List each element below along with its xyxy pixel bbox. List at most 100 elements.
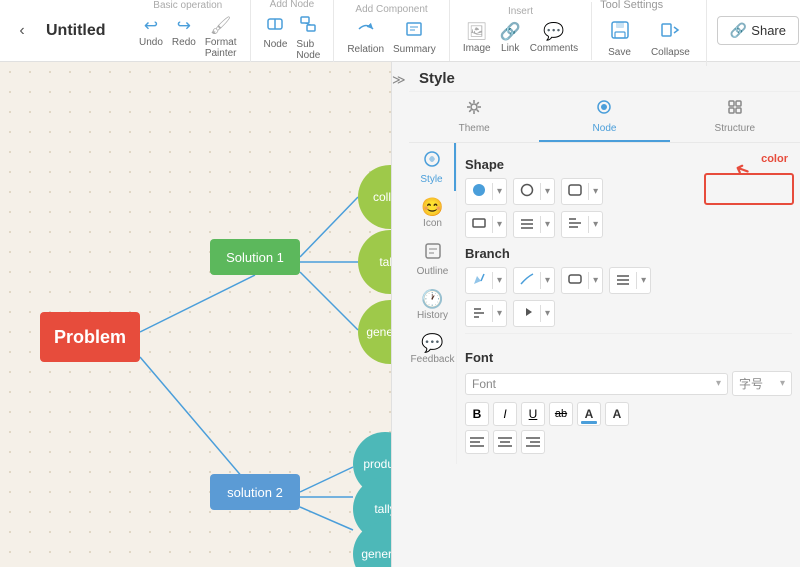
hex-dropdown-arrow[interactable]: ▾	[588, 183, 602, 200]
style-tabs: Theme Node Structure	[409, 92, 800, 143]
back-button[interactable]: ‹	[8, 17, 36, 45]
sidebar-collapse-panel[interactable]: ≫	[391, 62, 409, 567]
branch-line-button[interactable]: ▾	[513, 267, 555, 294]
align-center-button[interactable]	[493, 430, 517, 454]
highlight-button[interactable]: A	[605, 402, 629, 426]
redo-label: Redo	[172, 37, 196, 48]
underline-button[interactable]: U	[521, 402, 545, 426]
collapse-icon	[659, 19, 681, 47]
node-tab[interactable]: Node	[539, 92, 669, 142]
shape-section: Shape color shape ➜ ➜	[465, 157, 792, 238]
branch-line-arrow[interactable]: ▾	[540, 272, 554, 289]
generate1-node[interactable]: generate	[358, 300, 391, 364]
font-family-arrow: ▾	[716, 378, 721, 389]
icon-nav-item[interactable]: 😊 Icon	[409, 191, 456, 235]
font-color-button[interactable]: A	[577, 402, 601, 426]
comments-label: Comments	[530, 43, 578, 54]
share-button[interactable]: 🔗 Share	[717, 16, 799, 45]
sub-node-button[interactable]: Sub Node	[293, 13, 323, 63]
outline-nav-item[interactable]: Outline	[409, 235, 456, 283]
branch-rect-button[interactable]: ▾	[561, 267, 603, 294]
lines1-button[interactable]: ▾	[513, 211, 555, 238]
undo-button[interactable]: ↩ Undo	[136, 14, 166, 61]
tally1-node[interactable]: tally	[358, 230, 391, 294]
redo-button[interactable]: ↪ Redo	[169, 14, 199, 61]
sub-node-label-text: Sub Node	[296, 39, 320, 61]
save-label: Save	[608, 47, 631, 58]
redo-icon: ↪	[177, 16, 191, 36]
branch-arrow-arrow[interactable]: ▾	[540, 305, 554, 322]
comments-button[interactable]: 💬 Comments	[527, 20, 581, 56]
basic-operation-group: Basic operation ↩ Undo ↪ Redo 🖌 Format P…	[126, 0, 251, 65]
generate2-node[interactable]: generate	[353, 522, 391, 567]
save-button[interactable]: Save	[600, 15, 639, 62]
branch-pen-arrow[interactable]: ▾	[492, 272, 506, 289]
add-node-group: Add Node Node Sub Node	[251, 0, 335, 67]
branch-list2-arrow[interactable]: ▾	[492, 305, 506, 322]
fill-dropdown-arrow[interactable]: ▾	[492, 183, 506, 200]
lines2-button[interactable]: ▾	[561, 211, 603, 238]
collapse-label: Collapse	[651, 47, 690, 58]
format-painter-button[interactable]: 🖌 Format Painter	[202, 14, 240, 61]
sidebar: Style Theme Node Structure	[409, 62, 800, 567]
collect-node[interactable]: collect	[358, 165, 391, 229]
color-annotation: color	[761, 153, 788, 165]
image-button[interactable]: 🖼 Image	[460, 20, 494, 56]
branch-list-arrow[interactable]: ▾	[636, 272, 650, 289]
font-select-row: Font ▾ 字号 ▾	[465, 371, 792, 396]
outline-shape-button[interactable]: ▾	[513, 178, 555, 205]
font-family-select[interactable]: Font ▾	[465, 373, 728, 395]
align-right-button[interactable]	[521, 430, 545, 454]
style-nav-item[interactable]: Style	[409, 143, 456, 191]
rect-button[interactable]: ▾	[465, 211, 507, 238]
lines2-dropdown-arrow[interactable]: ▾	[588, 216, 602, 233]
fill-shape-button[interactable]: ▾	[465, 178, 507, 205]
sidebar-nav-left: Style 😊 Icon Outline 🕐 History	[409, 143, 457, 464]
node-button[interactable]: Node	[261, 13, 291, 63]
branch-arrow-button[interactable]: ▾	[513, 300, 555, 327]
collapse-sidebar-icon[interactable]: ≫	[392, 72, 406, 88]
history-nav-item[interactable]: 🕐 History	[409, 283, 456, 327]
summary-icon	[405, 20, 423, 43]
save-icon	[609, 19, 631, 47]
outline-dropdown-arrow[interactable]: ▾	[540, 183, 554, 200]
insert-label: Insert	[508, 6, 533, 17]
style-content: Shape color shape ➜ ➜	[457, 143, 800, 464]
strikethrough-button[interactable]: ab	[549, 402, 573, 426]
link-label: Link	[501, 43, 519, 54]
branch-pen-button[interactable]: ▾	[465, 267, 507, 294]
summary-button[interactable]: Summary	[390, 18, 439, 57]
relation-button[interactable]: Relation	[344, 18, 387, 57]
history-nav-label: History	[417, 310, 448, 321]
solution1-node[interactable]: Solution 1	[210, 239, 300, 275]
undo-label: Undo	[139, 37, 163, 48]
insert-group: Insert 🖼 Image 🔗 Link 💬 Comments	[450, 2, 592, 60]
font-size-arrow: ▾	[780, 378, 785, 389]
bold-button[interactable]: B	[465, 402, 489, 426]
outline-nav-label: Outline	[417, 266, 449, 277]
rect-dropdown-arrow[interactable]: ▾	[492, 216, 506, 233]
branch-list-button[interactable]: ▾	[609, 267, 651, 294]
structure-tab[interactable]: Structure	[670, 92, 800, 142]
link-button[interactable]: 🔗 Link	[497, 20, 524, 56]
align-left-button[interactable]	[465, 430, 489, 454]
collapse-button[interactable]: Collapse	[643, 15, 698, 62]
solution2-node[interactable]: solution 2	[210, 474, 300, 510]
branch-rect-arrow[interactable]: ▾	[588, 272, 602, 289]
italic-button[interactable]: I	[493, 402, 517, 426]
font-format-row: B I U ab A A	[465, 402, 792, 426]
main-area: Problem Solution 1 solution 2 collect ta…	[0, 62, 800, 567]
image-icon: 🖼	[466, 22, 488, 42]
link-icon: 🔗	[500, 22, 521, 42]
format-painter-icon: 🖌	[210, 16, 232, 36]
theme-tab[interactable]: Theme	[409, 92, 539, 142]
canvas[interactable]: Problem Solution 1 solution 2 collect ta…	[0, 62, 391, 567]
lines1-dropdown-arrow[interactable]: ▾	[540, 216, 554, 233]
style-header: Style	[409, 62, 800, 92]
feedback-nav-item[interactable]: 💬 Feedback	[409, 327, 456, 371]
hex-shape-button[interactable]: ▾	[561, 178, 603, 205]
problem-node[interactable]: Problem	[40, 312, 140, 362]
font-size-select[interactable]: 字号 ▾	[732, 371, 792, 396]
node-label-text: Node	[264, 39, 288, 50]
branch-list2-button[interactable]: ▾	[465, 300, 507, 327]
